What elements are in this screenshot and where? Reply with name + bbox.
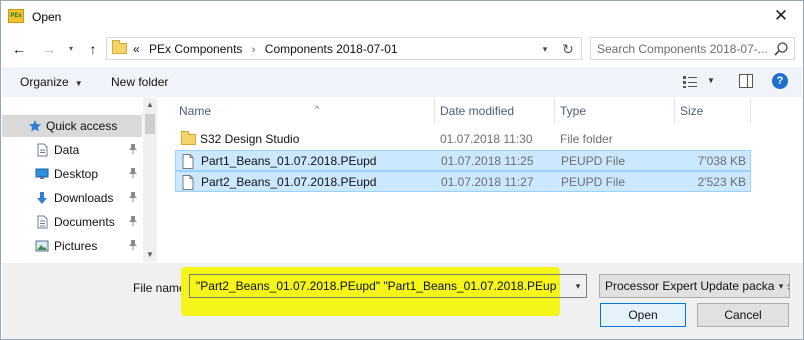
sidebar-item-documents[interactable]: Documents (2, 211, 142, 233)
navigation-pane: Quick access Data Desktop Downloads Docu… (2, 98, 157, 262)
new-folder-button[interactable]: New folder (111, 75, 168, 89)
open-dialog: PEx Open ✕ ← → ▾ ↑ « PEx Components › Co… (0, 0, 804, 340)
pin-icon[interactable] (128, 239, 138, 251)
sidebar-item-desktop[interactable]: Desktop (2, 163, 142, 185)
search-box[interactable] (590, 37, 795, 60)
file-icon (182, 154, 194, 169)
command-bar: Organize ▼ New folder ▼ ? (2, 67, 802, 97)
file-date: 01.07.2018 11:27 (441, 175, 534, 189)
column-divider[interactable] (750, 98, 751, 124)
sidebar-item-label: Downloads (54, 191, 114, 205)
pictures-icon (35, 240, 49, 252)
sidebar-item-pictures[interactable]: Pictures (2, 235, 142, 257)
sidebar-item-label: Desktop (54, 167, 99, 181)
view-options-icon[interactable] (682, 75, 698, 89)
sidebar-item-downloads[interactable]: Downloads (2, 187, 142, 209)
column-header-label: Name (179, 104, 212, 118)
sidebar-item-label: Documents (54, 215, 115, 229)
dialog-footer: File name: ▾ Processor Expert Update pac… (2, 263, 803, 339)
file-date: 01.07.2018 11:30 (440, 132, 533, 146)
sidebar-item-label: Quick access (46, 119, 118, 133)
close-button[interactable]: ✕ (771, 6, 791, 26)
scrollbar-thumb[interactable] (145, 114, 155, 134)
file-type: File folder (560, 132, 613, 146)
file-type-select[interactable]: Processor Expert Update packages ▾ (599, 274, 790, 298)
preview-pane-icon[interactable] (739, 74, 753, 88)
file-name: S32 Design Studio (200, 132, 300, 146)
search-input[interactable] (597, 41, 767, 57)
column-header-size[interactable]: Size (680, 98, 750, 124)
file-name: Part2_Beans_01.07.2018.PEupd (201, 175, 377, 189)
chevron-right-icon[interactable]: › (246, 44, 262, 56)
address-bar[interactable]: « PEx Components › Components 2018-07-01… (106, 37, 582, 60)
pin-icon[interactable] (128, 143, 138, 155)
document-icon (37, 143, 48, 157)
scroll-down-icon[interactable]: ▼ (143, 248, 157, 262)
column-header-date[interactable]: Date modified (440, 98, 555, 124)
sidebar-item-data[interactable]: Data (2, 139, 142, 161)
sidebar-item-label: Pictures (54, 239, 98, 253)
file-type: PEUPD File (561, 154, 626, 168)
help-icon[interactable]: ? (772, 73, 788, 89)
file-type: PEUPD File (561, 175, 626, 189)
file-type-value: Processor Expert Update packages (605, 279, 790, 293)
breadcrumb-segment-components-2018[interactable]: Components 2018-07-01 (265, 42, 398, 56)
sidebar-item-quick-access[interactable]: Quick access (2, 115, 142, 137)
breadcrumb: « PEx Components › Components 2018-07-01 (133, 42, 398, 56)
scroll-up-icon[interactable]: ▲ (143, 98, 157, 112)
chevron-down-icon: ▾ (775, 279, 787, 293)
column-divider[interactable] (434, 98, 435, 124)
chevron-down-icon: ▼ (74, 79, 83, 88)
file-name-input[interactable] (196, 278, 556, 294)
breadcrumb-segment-pex-components[interactable]: PEx Components (149, 42, 242, 56)
sort-ascending-icon: ^ (315, 104, 320, 114)
star-icon (29, 120, 41, 132)
search-icon[interactable] (773, 41, 789, 57)
sidebar-item-label: Data (54, 143, 80, 157)
folder-icon (112, 40, 127, 54)
download-icon (37, 192, 47, 204)
recent-locations-button[interactable]: ▾ (65, 41, 77, 57)
back-button[interactable]: ← (9, 39, 29, 59)
desktop-icon (35, 168, 49, 179)
organize-button[interactable]: Organize ▼ (20, 75, 83, 89)
table-row[interactable]: S32 Design Studio 01.07.2018 11:30 File … (175, 129, 751, 150)
title-bar: PEx Open ✕ (1, 1, 803, 32)
address-dropdown-button[interactable]: ▾ (538, 42, 552, 56)
window-title: Open (32, 10, 62, 24)
app-icon: PEx (8, 9, 24, 23)
documents-icon (37, 215, 48, 229)
view-dropdown-icon[interactable]: ▼ (707, 76, 715, 85)
file-icon (182, 175, 194, 190)
chevron-down-icon[interactable]: ▾ (572, 279, 584, 293)
file-list: Name ^ Date modified Type Size S32 Desig… (161, 98, 803, 262)
pin-icon[interactable] (128, 215, 138, 227)
sidebar-scrollbar[interactable]: ▲ ▼ (143, 98, 157, 262)
file-date: 01.07.2018 11:25 (441, 154, 534, 168)
file-name: Part1_Beans_01.07.2018.PEupd (201, 154, 377, 168)
file-size: 2'523 KB (697, 175, 746, 189)
pin-icon[interactable] (128, 167, 138, 179)
open-button[interactable]: Open (600, 303, 686, 327)
breadcrumb-overflow[interactable]: « (133, 42, 140, 56)
column-header-type[interactable]: Type (560, 98, 675, 124)
table-row[interactable]: Part2_Beans_01.07.2018.PEupd 01.07.2018 … (175, 171, 751, 192)
forward-button[interactable]: → (39, 39, 59, 59)
column-divider[interactable] (674, 98, 675, 124)
column-header-name[interactable]: Name ^ (179, 98, 432, 124)
file-name-combobox[interactable]: ▾ (189, 274, 587, 298)
organize-label: Organize (20, 75, 69, 89)
pin-icon[interactable] (128, 191, 138, 203)
file-size: 7'038 KB (697, 154, 746, 168)
up-button[interactable]: ↑ (83, 39, 103, 59)
cancel-button[interactable]: Cancel (697, 303, 789, 327)
table-row[interactable]: Part1_Beans_01.07.2018.PEupd 01.07.2018 … (175, 150, 751, 171)
folder-icon (181, 131, 196, 145)
refresh-button[interactable]: ↻ (560, 41, 576, 57)
column-divider[interactable] (554, 98, 555, 124)
